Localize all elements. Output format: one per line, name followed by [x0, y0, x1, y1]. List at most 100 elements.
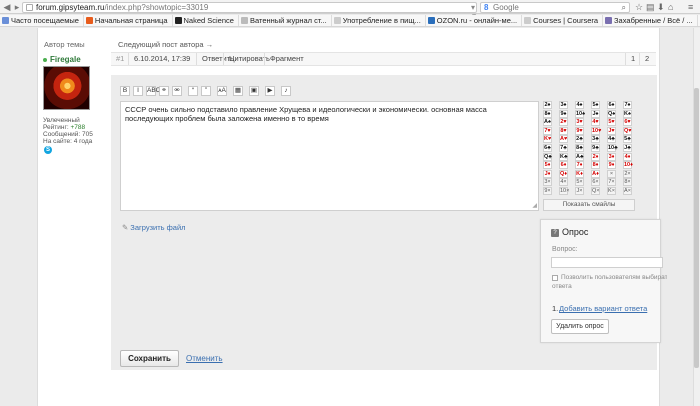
show-smilies-button[interactable]: Показать смайлы — [543, 199, 635, 211]
card-smiley[interactable]: 3♦ — [607, 152, 616, 161]
card-smiley[interactable]: 4♦ — [623, 152, 632, 161]
card-smiley[interactable]: 5♠ — [591, 101, 600, 109]
card-smiley[interactable]: 3♥ — [575, 118, 584, 127]
quote-open-icon[interactable]: “ — [188, 86, 198, 96]
resize-grip-icon[interactable]: ◢ — [532, 202, 537, 209]
card-smiley[interactable]: 2♠ — [543, 101, 552, 109]
next-post-link[interactable]: Следующий пост автора → — [118, 40, 213, 49]
card-smiley[interactable]: 9♦ — [607, 161, 616, 170]
bookmark-label[interactable]: Courses | Coursera — [533, 16, 598, 25]
scrollbar[interactable] — [693, 28, 700, 406]
link-icon[interactable]: ⚭ — [159, 86, 169, 96]
card-smiley[interactable]: A♠ — [543, 118, 552, 127]
card-smiley[interactable]: 7× — [607, 178, 616, 187]
allow-multiple-checkbox[interactable] — [552, 275, 558, 281]
card-smiley[interactable]: 2× — [623, 169, 632, 178]
audio-icon[interactable]: ♪ — [281, 86, 291, 96]
address-bar[interactable]: forum.gipsyteam.ru/index.php?showtopic=3… — [22, 2, 477, 22]
video-icon[interactable]: ▶ — [265, 86, 275, 96]
bold-icon[interactable]: B — [120, 86, 130, 96]
card-smiley[interactable]: 8♠ — [543, 109, 552, 118]
bookmark-label[interactable]: Употребление в пищ... — [343, 16, 421, 25]
bookmark-item[interactable]: Ватенный журнал ст... — [239, 15, 332, 26]
card-smiley[interactable]: J♦ — [543, 169, 552, 178]
card-smiley[interactable]: 3♠ — [559, 101, 568, 109]
home-icon[interactable]: ⌂ — [668, 2, 673, 12]
card-smiley[interactable]: Q× — [591, 187, 600, 195]
card-smiley[interactable]: 5♥ — [607, 118, 616, 127]
message-textarea[interactable]: СССР очень сильно подставило правление Х… — [120, 101, 539, 211]
card-smiley[interactable]: 6♥ — [623, 118, 632, 127]
image-icon[interactable]: ▣ — [249, 86, 259, 96]
card-smiley[interactable]: J♥ — [607, 126, 616, 135]
card-smiley[interactable]: 2♥ — [559, 118, 568, 127]
card-smiley[interactable]: A♥ — [559, 135, 568, 144]
upload-label[interactable]: Загрузить файл — [130, 223, 185, 232]
bookmark-label[interactable]: Naked Science — [184, 16, 234, 25]
card-smiley[interactable]: 6× — [591, 178, 600, 187]
delete-poll-button[interactable]: Удалить опрос — [551, 319, 609, 334]
bookmark-item[interactable]: OZON.ru - онлайн-ме... — [426, 15, 523, 26]
card-smiley[interactable]: J♣ — [623, 144, 632, 152]
card-smiley[interactable]: 4♣ — [607, 135, 616, 144]
fragment-button[interactable]: Фрагмент — [264, 53, 309, 65]
card-smiley[interactable]: 7♣ — [559, 144, 568, 152]
card-smiley[interactable]: 7♠ — [623, 101, 632, 109]
site-info-icon[interactable] — [26, 4, 33, 11]
page-2-link[interactable]: 2 — [639, 53, 654, 65]
card-smiley[interactable]: 4♠ — [575, 101, 584, 109]
poll-question-input[interactable] — [551, 257, 663, 268]
card-smiley[interactable]: A♣ — [575, 152, 584, 161]
card-smiley[interactable]: K♠ — [623, 109, 632, 118]
card-smiley[interactable]: 8♣ — [575, 144, 584, 152]
card-smiley[interactable]: × — [607, 169, 616, 178]
unlink-icon[interactable]: ⚮ — [172, 86, 182, 96]
card-smiley[interactable]: A♦ — [591, 169, 600, 178]
font-size-icon[interactable]: ᴀA — [217, 86, 227, 96]
back-icon[interactable]: ◀ — [2, 2, 12, 12]
card-smiley[interactable]: 3× — [543, 178, 552, 187]
card-smiley[interactable]: K× — [607, 187, 616, 195]
card-smiley[interactable]: 9♥ — [575, 126, 584, 135]
color-icon[interactable]: ▦ — [233, 86, 243, 96]
bookmark-label[interactable]: Захабренные / Всё / ... — [614, 16, 693, 25]
card-smiley[interactable]: 4♥ — [591, 118, 600, 127]
bookmark-label[interactable]: OZON.ru - онлайн-ме... — [437, 16, 517, 25]
search-box[interactable]: 8 ⌕ — [480, 2, 630, 13]
card-smiley[interactable]: 2♦ — [591, 152, 600, 161]
card-smiley[interactable]: 9♠ — [559, 109, 568, 118]
card-smiley[interactable]: J× — [575, 187, 584, 195]
card-smiley[interactable]: A× — [623, 187, 632, 195]
cancel-link[interactable]: Отменить — [186, 354, 223, 363]
bookmark-label[interactable]: Часто посещаемые — [11, 16, 79, 25]
card-smiley[interactable]: 4× — [559, 178, 568, 187]
card-smiley[interactable]: 10♥ — [591, 126, 601, 135]
card-smiley[interactable]: 8♦ — [591, 161, 600, 170]
username[interactable]: Firegale — [50, 55, 81, 64]
bookmark-item[interactable]: Захабренные / Всё / ... — [603, 15, 698, 26]
page-1-link[interactable]: 1 — [625, 53, 640, 65]
reading-list-icon[interactable]: ▤ — [646, 2, 655, 12]
post-number[interactable]: #1 — [111, 53, 129, 65]
bookmark-label[interactable]: Начальная страница — [95, 16, 168, 25]
card-smiley[interactable]: 10× — [559, 187, 569, 195]
card-smiley[interactable]: K♣ — [559, 152, 568, 161]
forward-icon[interactable]: ▸ — [12, 2, 22, 12]
save-button[interactable]: Сохранить — [120, 350, 179, 367]
bookmark-item[interactable]: Употребление в пищ... — [332, 15, 426, 26]
download-icon[interactable]: ⬇ — [657, 2, 665, 12]
card-smiley[interactable]: 6♠ — [607, 101, 616, 109]
bookmark-item[interactable]: Начальная страница — [84, 15, 173, 26]
card-smiley[interactable]: Q♠ — [607, 109, 616, 118]
search-input[interactable] — [493, 3, 613, 12]
card-smiley[interactable]: 9× — [543, 187, 552, 195]
card-smiley[interactable]: 8× — [623, 178, 632, 187]
quote-close-icon[interactable]: ” — [201, 86, 211, 96]
card-smiley[interactable]: Q♦ — [559, 169, 568, 178]
menu-icon[interactable]: ≡ — [688, 2, 693, 12]
card-smiley[interactable]: 5× — [575, 178, 584, 187]
card-smiley[interactable]: 10♠ — [575, 109, 585, 118]
message-text[interactable]: СССР очень сильно подставило правление Х… — [121, 102, 538, 126]
card-smiley[interactable]: K♦ — [575, 169, 584, 178]
card-smiley[interactable]: 5♣ — [623, 135, 632, 144]
